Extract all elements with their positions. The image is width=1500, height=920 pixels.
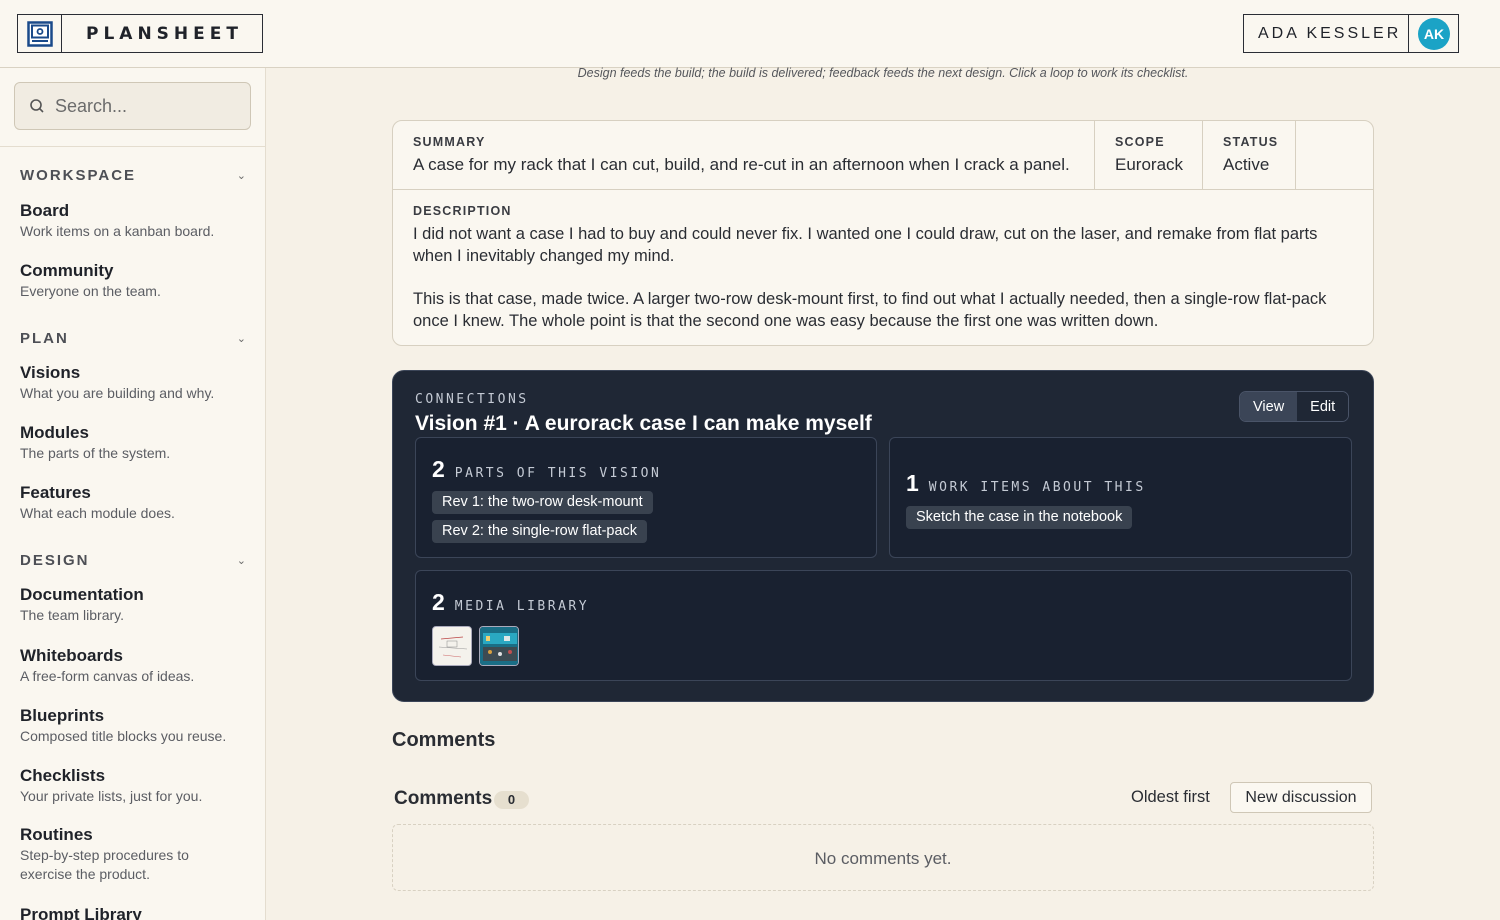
sidebar-item-whiteboards[interactable]: Whiteboards A free-form canvas of ideas. — [20, 646, 250, 686]
sidebar-item-desc: Work items on a kanban board. — [20, 223, 215, 239]
sidebar-divider — [0, 146, 265, 147]
status-label: STATUS — [1223, 135, 1279, 149]
connections-label: CONNECTIONS — [415, 392, 529, 407]
brand-name: PLANSHEET — [86, 23, 243, 44]
sidebar-item-desc: Your private lists, just for you. — [20, 788, 203, 804]
sidebar-item-desc: Everyone on the team. — [20, 283, 161, 299]
sidebar-item-label: Checklists — [20, 766, 106, 785]
search-input[interactable] — [55, 95, 235, 117]
group-plan[interactable]: PLAN ⌄ — [20, 329, 246, 347]
sidebar-item-board[interactable]: Board Work items on a kanban board. — [20, 201, 250, 241]
sidebar-item-desc: The team library. — [20, 607, 124, 623]
description-paragraph: This is that case, made twice. A larger … — [413, 290, 1327, 330]
chevron-down-icon[interactable]: ⌄ — [237, 169, 246, 182]
search-box[interactable] — [14, 82, 251, 130]
sidebar-item-features[interactable]: Features What each module does. — [20, 483, 250, 523]
sidebar-item-prompt-library[interactable]: Prompt Library — [20, 905, 250, 920]
sidebar-item-desc: What you are building and why. — [20, 385, 215, 401]
sort-order-button[interactable]: Oldest first — [1131, 788, 1210, 807]
comments-heading: Comments — [392, 729, 496, 751]
avatar[interactable]: AK — [1418, 17, 1450, 50]
sidebar-item-modules[interactable]: Modules The parts of the system. — [20, 423, 250, 463]
sidebar-item-desc: The parts of the system. — [20, 445, 171, 461]
connections-panel: CONNECTIONS Vision #1 · A eurorack case … — [392, 370, 1374, 702]
media-label: MEDIA LIBRARY — [454, 599, 590, 614]
sidebar-item-community[interactable]: Community Everyone on the team. — [20, 261, 250, 301]
comments-title: Comments — [394, 788, 493, 809]
description-paragraph: I did not want a case I had to buy and c… — [413, 225, 1318, 265]
comments-toolbar: Comments 0 Oldest first New discussion — [394, 782, 1372, 814]
empty-comments: No comments yet. — [392, 824, 1374, 891]
description-label: DESCRIPTION — [413, 204, 512, 218]
scope-value: Eurorack — [1115, 155, 1184, 174]
group-workspace[interactable]: WORKSPACE ⌄ — [20, 166, 246, 184]
sidebar-item-label: Board — [20, 201, 70, 220]
summary-label: SUMMARY — [413, 135, 486, 149]
edit-button[interactable]: Edit — [1297, 392, 1349, 421]
parts-label: PARTS OF THIS VISION — [454, 466, 662, 481]
group-title-plan: PLAN — [20, 329, 69, 347]
media-thumbnail-photo[interactable] — [479, 626, 519, 666]
parts-panel: 2 PARTS OF THIS VISION Rev 1: the two-ro… — [415, 437, 877, 558]
view-edit-toggle: View Edit — [1239, 391, 1350, 422]
work-item-chip[interactable]: Sketch the case in the notebook — [906, 506, 1133, 529]
sidebar-item-desc: Step-by-step procedures to exercise the … — [20, 847, 189, 882]
vision-info-card: SUMMARY A case for my rack that I can cu… — [392, 120, 1374, 346]
sidebar-item-label: Documentation — [20, 585, 144, 604]
sidebar-item-label: Routines — [20, 825, 93, 844]
part-chip[interactable]: Rev 2: the single-row flat-pack — [432, 520, 648, 543]
status-cell: STATUS Active — [1203, 121, 1296, 189]
sidebar-item-desc: Composed title blocks you reuse. — [20, 728, 227, 744]
top-bar: PLANSHEET ADA KESSLER AK — [0, 0, 1500, 68]
chevron-down-icon[interactable]: ⌄ — [237, 554, 246, 567]
media-thumbnail-sketch[interactable] — [432, 626, 472, 666]
sidebar-item-label: Features — [20, 483, 91, 502]
user-name: ADA KESSLER — [1244, 15, 1409, 52]
group-title-workspace: WORKSPACE — [20, 166, 137, 184]
sidebar-item-label: Community — [20, 261, 114, 280]
scope-label: SCOPE — [1115, 135, 1165, 149]
summary-value: A case for my rack that I can cut, build… — [413, 155, 1070, 174]
sidebar-item-desc: A free-form canvas of ideas. — [20, 668, 195, 684]
sidebar-item-desc: What each module does. — [20, 505, 175, 521]
connections-title: Vision #1 · A eurorack case I can make m… — [415, 412, 872, 435]
scope-cell: SCOPE Eurorack — [1095, 121, 1203, 189]
group-title-design: DESIGN — [20, 551, 90, 569]
brand[interactable]: PLANSHEET — [17, 14, 263, 53]
user-menu[interactable]: ADA KESSLER AK — [1243, 14, 1459, 53]
part-chip[interactable]: Rev 1: the two-row desk-mount — [432, 491, 653, 514]
search-icon — [30, 99, 44, 113]
work-label: WORK ITEMS ABOUT THIS — [928, 480, 1146, 495]
plansheet-logo-icon — [18, 15, 62, 52]
new-discussion-button[interactable]: New discussion — [1230, 782, 1372, 813]
sidebar-item-routines[interactable]: Routines Step-by-step procedures to exer… — [20, 825, 220, 884]
work-items-panel: 1 WORK ITEMS ABOUT THIS Sketch the case … — [889, 437, 1352, 558]
comments-count-badge: 0 — [494, 791, 529, 809]
description-cell: DESCRIPTION I did not want a case I had … — [393, 190, 1373, 345]
media-panel: 2 MEDIA LIBRARY — [415, 570, 1352, 681]
parts-count: 2 — [432, 456, 445, 482]
loop-caption: Design feeds the build; the build is del… — [577, 66, 1189, 80]
sidebar: WORKSPACE ⌄ Board Work items on a kanban… — [0, 68, 266, 920]
status-value: Active — [1223, 155, 1270, 174]
work-count: 1 — [906, 470, 919, 496]
group-design[interactable]: DESIGN ⌄ — [20, 551, 246, 569]
media-count: 2 — [432, 589, 445, 615]
sidebar-item-checklists[interactable]: Checklists Your private lists, just for … — [20, 766, 250, 806]
sidebar-item-label: Modules — [20, 423, 89, 442]
sidebar-item-label: Visions — [20, 363, 81, 382]
sidebar-item-label: Whiteboards — [20, 646, 123, 665]
view-button[interactable]: View — [1240, 392, 1298, 421]
sidebar-item-blueprints[interactable]: Blueprints Composed title blocks you reu… — [20, 706, 250, 746]
sidebar-item-documentation[interactable]: Documentation The team library. — [20, 585, 250, 625]
summary-cell: SUMMARY A case for my rack that I can cu… — [393, 121, 1095, 189]
sidebar-item-label: Blueprints — [20, 706, 105, 725]
sidebar-item-label: Prompt Library — [20, 905, 142, 920]
sidebar-item-visions[interactable]: Visions What you are building and why. — [20, 363, 250, 403]
chevron-down-icon[interactable]: ⌄ — [237, 332, 246, 345]
